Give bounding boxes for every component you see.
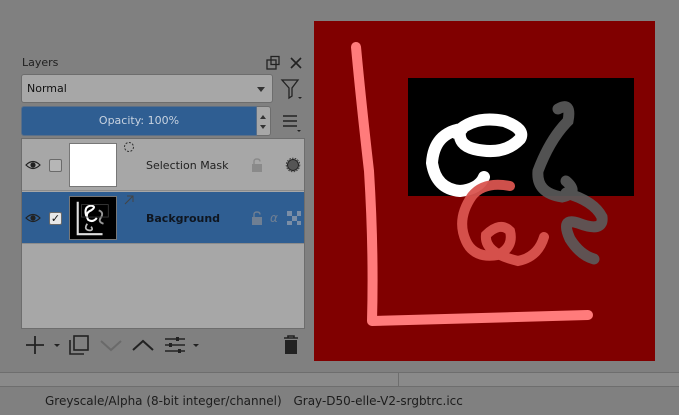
menu-icon[interactable]	[280, 110, 304, 134]
eye-icon[interactable]	[25, 157, 41, 173]
paint-layer-icon	[124, 195, 134, 205]
spin-up-icon[interactable]	[260, 115, 266, 119]
svg-text:α: α	[270, 211, 278, 225]
docker-title: Layers	[22, 56, 59, 69]
chevron-down-icon	[257, 87, 265, 92]
close-icon[interactable]	[288, 55, 304, 71]
blend-mode-value: Normal	[27, 82, 67, 95]
spin-down-icon[interactable]	[260, 125, 266, 129]
layer-row-selection-mask[interactable]: Selection Mask	[22, 139, 304, 191]
layer-row-background[interactable]: ✓ Background α	[22, 192, 304, 244]
filter-icon[interactable]	[279, 76, 305, 102]
color-space-label[interactable]: Greyscale/Alpha (8-bit integer/channel)	[45, 394, 282, 408]
float-icon[interactable]	[265, 55, 281, 71]
alpha-channel-icon[interactable]	[286, 210, 302, 226]
image-canvas[interactable]	[314, 21, 655, 361]
duplicate-layer-icon[interactable]	[67, 333, 91, 357]
color-profile-label[interactable]: Gray-D50-elle-V2-srgbtrc.icc	[293, 394, 462, 408]
add-layer-icon[interactable]	[25, 333, 61, 357]
status-bar: Greyscale/Alpha (8-bit integer/channel) …	[45, 394, 471, 408]
layer-name[interactable]: Selection Mask	[146, 159, 229, 172]
layer-checkbox[interactable]: ✓	[49, 212, 62, 225]
opacity-spinner[interactable]	[257, 106, 271, 136]
layer-thumbnail	[69, 196, 117, 240]
layer-properties-icon[interactable]	[163, 333, 201, 357]
lock-icon[interactable]	[250, 210, 264, 226]
layer-toolbar	[21, 333, 305, 359]
lock-icon[interactable]	[250, 157, 264, 173]
layer-thumbnail	[69, 143, 117, 187]
layer-name[interactable]: Background	[146, 212, 220, 225]
eye-icon[interactable]	[25, 210, 41, 226]
opacity-slider[interactable]: Opacity: 100%	[21, 106, 257, 136]
selection-status-icon[interactable]	[285, 157, 301, 173]
move-up-icon[interactable]	[131, 333, 155, 357]
delete-layer-icon[interactable]	[279, 333, 303, 357]
layer-checkbox[interactable]	[49, 159, 62, 172]
alpha-lock-icon[interactable]: α	[268, 210, 284, 226]
horizontal-scrollbar[interactable]	[0, 372, 679, 387]
selection-icon	[124, 142, 134, 152]
scrollbar-divider	[398, 373, 399, 386]
layer-list[interactable]: Selection Mask ✓ Background α	[21, 138, 305, 329]
blend-mode-select[interactable]: Normal	[21, 74, 273, 103]
move-down-icon[interactable]	[99, 333, 123, 357]
